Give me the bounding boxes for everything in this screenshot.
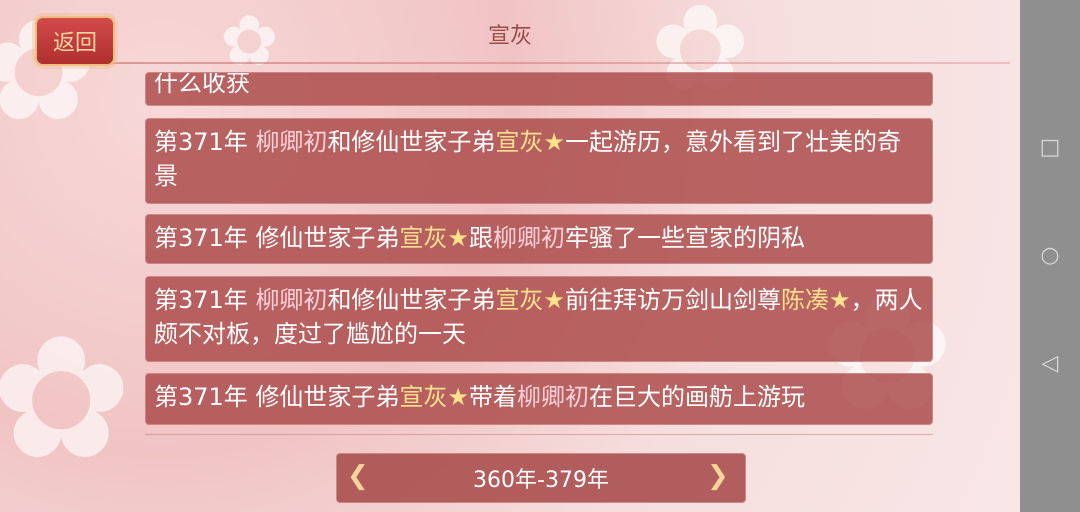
year-text: 第371年: [154, 224, 256, 252]
year-range-label: 360年-379年: [473, 468, 609, 493]
name-link[interactable]: 柳卿初: [255, 286, 327, 314]
name-link[interactable]: 柳卿初: [255, 128, 327, 156]
list-item: 第371年 柳卿初和修仙世家子弟宣灰★一起游历，意外看到了壮美的奇景: [145, 118, 933, 204]
list-item: 第371年 修仙世家子弟宣灰★带着柳卿初在巨大的画舫上游玩: [145, 373, 933, 425]
list-item: 第371年 修仙世家子弟宣灰★跟柳卿初牢骚了一些宣家的阴私: [145, 214, 933, 264]
home-icon[interactable]: ○: [1038, 244, 1062, 268]
system-navigation-bar: □ ○ ◁: [1020, 0, 1080, 512]
name-link[interactable]: 宣灰★: [399, 224, 469, 252]
year-text: 第371年: [154, 286, 256, 314]
name-link[interactable]: 宣灰★: [495, 286, 565, 314]
event-text: 前往拜访万剑山剑尊: [564, 286, 781, 314]
page-title: 宣灰: [487, 24, 532, 49]
event-text: 和修仙世家子弟: [327, 128, 496, 156]
event-text: 带着: [468, 383, 517, 411]
event-text: 跟: [468, 224, 493, 252]
name-link[interactable]: 宣灰★: [399, 383, 469, 411]
event-text: 修仙世家子弟: [255, 383, 400, 411]
name-link[interactable]: 陈凑★: [781, 286, 851, 314]
header-line: [110, 62, 1010, 64]
year-range-selector[interactable]: ❮ 360年-379年 ❯: [336, 453, 746, 503]
recent-apps-icon[interactable]: □: [1038, 136, 1062, 160]
flower-decoration: ✿: [0, 300, 133, 498]
year-text: 第371年: [154, 128, 256, 156]
year-text: 第371年: [154, 383, 256, 411]
event-text: 牢骚了一些宣家的阴私: [564, 224, 805, 252]
event-text: 和修仙世家子弟: [327, 286, 496, 314]
name-link[interactable]: 宣灰★: [495, 128, 565, 156]
divider: [145, 434, 933, 435]
back-nav-icon[interactable]: ◁: [1038, 352, 1062, 376]
chevron-right-icon[interactable]: ❯: [707, 462, 735, 490]
list-item: 第371年 柳卿初和修仙世家子弟宣灰★前往拜访万剑山剑尊陈凑★，两人颇不对板，度…: [145, 276, 933, 362]
event-text: 在巨大的画舫上游玩: [588, 383, 805, 411]
list-item-top-partial: 什么收获: [145, 72, 933, 106]
chevron-left-icon[interactable]: ❮: [347, 462, 375, 490]
name-link[interactable]: 柳卿初: [517, 383, 589, 411]
event-text: 修仙世家子弟: [255, 224, 400, 252]
name-link[interactable]: 柳卿初: [493, 224, 565, 252]
